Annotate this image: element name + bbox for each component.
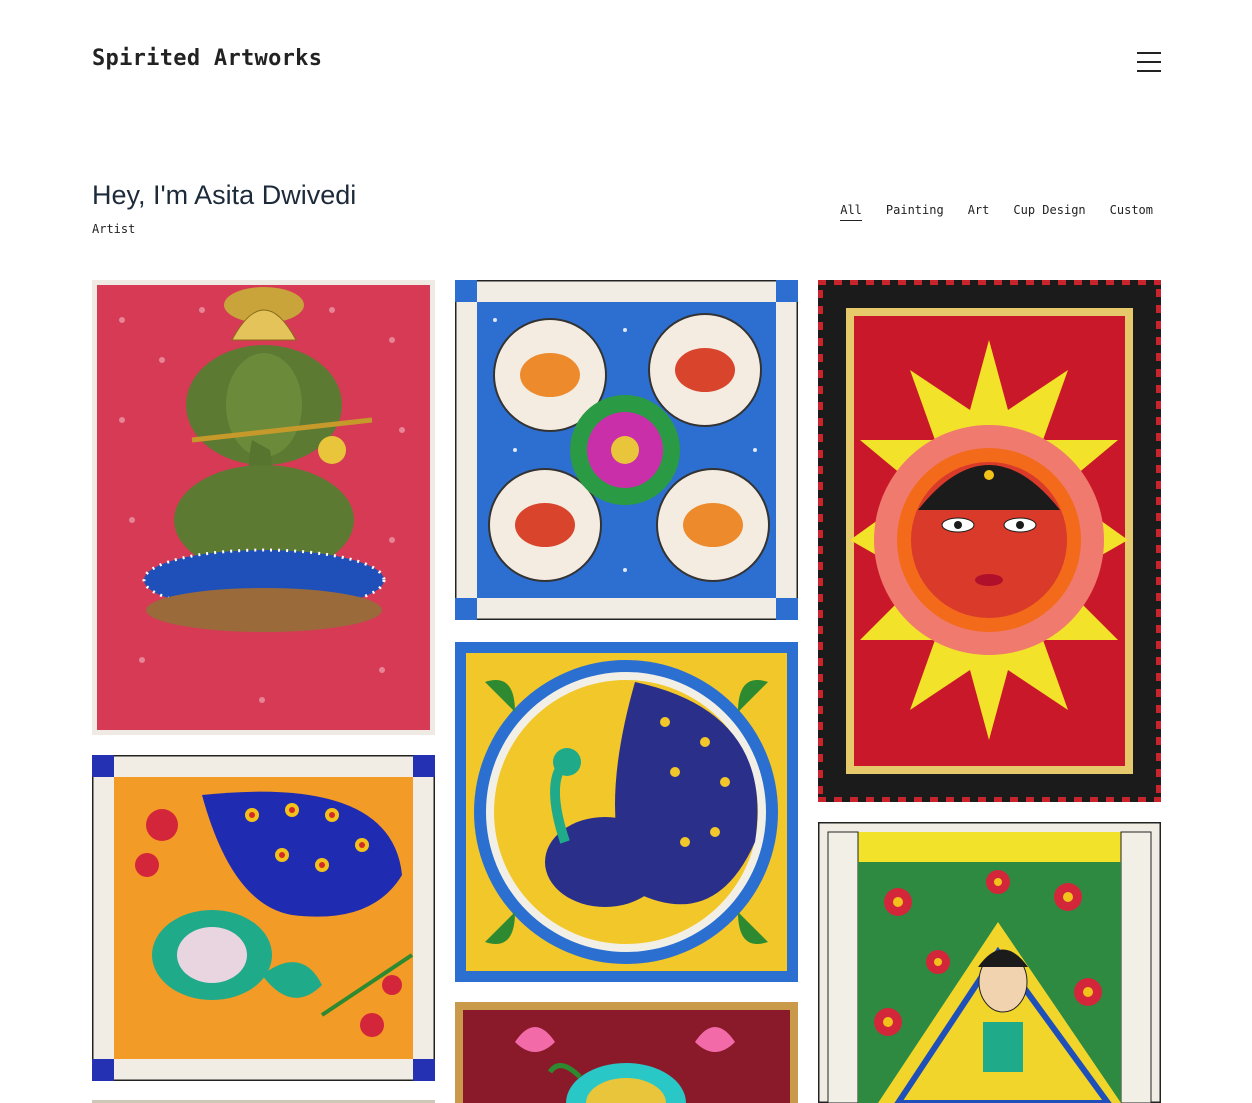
site-title[interactable]: Spirited Artworks bbox=[92, 46, 322, 71]
fish-lotus-painting-image bbox=[455, 280, 798, 620]
page-title: Hey, I'm Asita Dwivedi bbox=[92, 180, 357, 210]
lotus-tray-painting-image bbox=[455, 1002, 798, 1103]
peacock-flowers-painting-image bbox=[92, 755, 435, 1081]
ganesha-painting-image bbox=[92, 280, 435, 735]
hamburger-menu-icon[interactable] bbox=[1137, 51, 1161, 73]
gallery-item-madhubani-woman[interactable] bbox=[818, 822, 1161, 1103]
page-subtitle: Artist bbox=[92, 222, 136, 236]
filter-all[interactable]: All bbox=[840, 203, 862, 221]
sun-face-painting-image bbox=[818, 280, 1161, 802]
filter-custom[interactable]: Custom bbox=[1110, 203, 1153, 221]
gallery-item-lotus-tray[interactable] bbox=[455, 1002, 798, 1103]
gallery-item-fish-lotus[interactable] bbox=[455, 280, 798, 620]
madhubani-woman-painting-image bbox=[818, 822, 1161, 1103]
peacock-circle-painting-image bbox=[455, 642, 798, 982]
filter-cup-design[interactable]: Cup Design bbox=[1013, 203, 1085, 221]
gallery-item-peacock-flowers[interactable] bbox=[92, 755, 435, 1081]
gallery-item-ganesha[interactable] bbox=[92, 280, 435, 735]
gallery-item-peacock-circle[interactable] bbox=[455, 642, 798, 982]
filter-painting[interactable]: Painting bbox=[886, 203, 944, 221]
filter-art[interactable]: Art bbox=[968, 203, 990, 221]
gallery-item-sun-face[interactable] bbox=[818, 280, 1161, 802]
category-filter: All Painting Art Cup Design Custom bbox=[840, 203, 1153, 221]
